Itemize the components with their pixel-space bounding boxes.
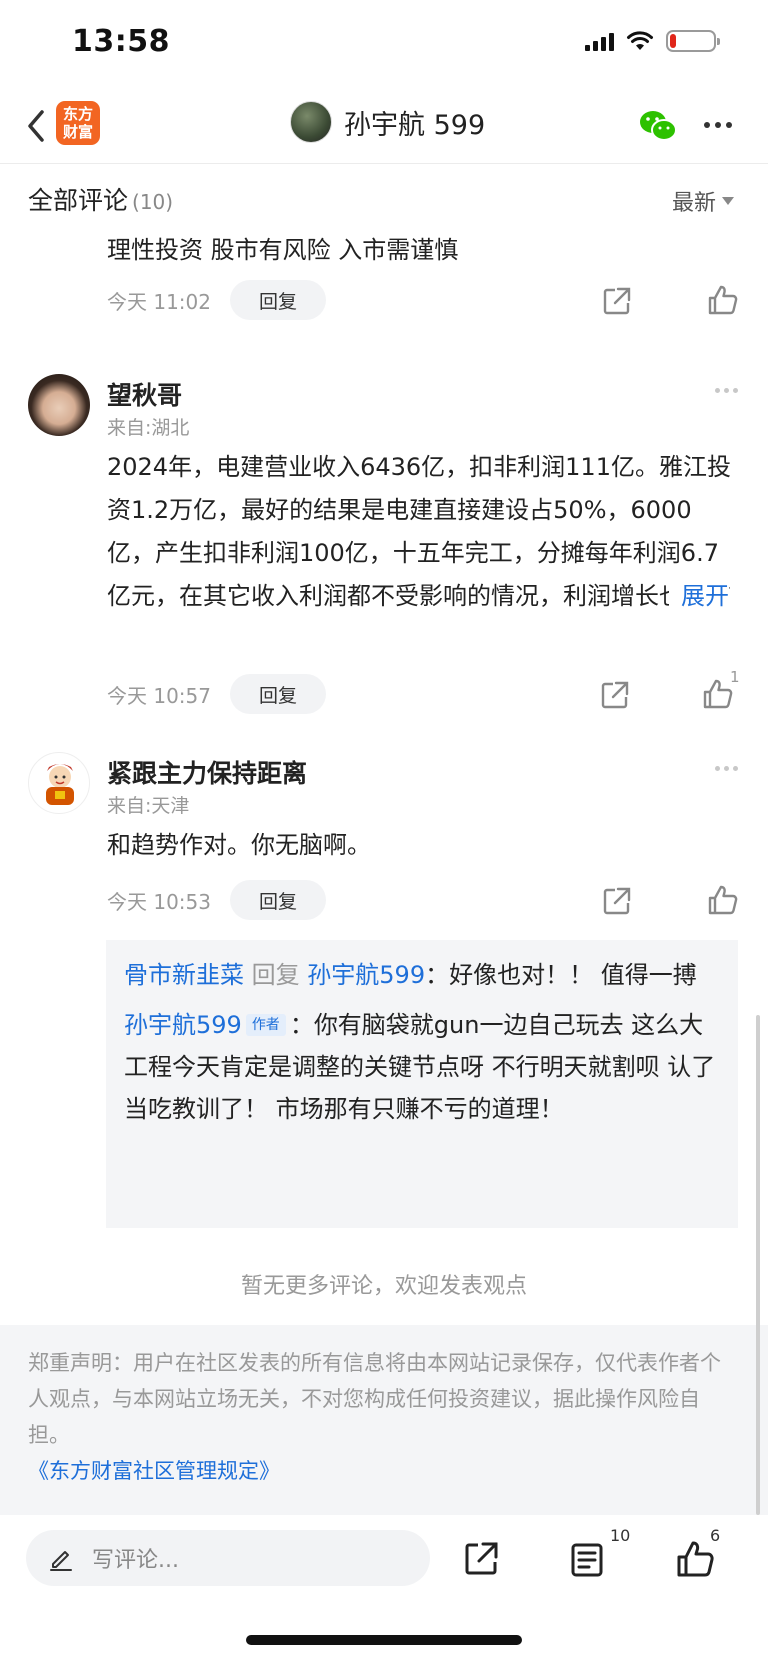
caret-down-icon <box>722 197 734 205</box>
reply-item[interactable]: 骨市新韭菜 回复 孙宇航599：好像也对！！ 值得一搏 <box>124 954 720 996</box>
reply-button[interactable]: 回复 <box>230 880 326 920</box>
comment-time: 今天 10:53 <box>107 889 211 914</box>
reply-word: 回复 <box>251 961 300 989</box>
wifi-icon <box>627 31 653 50</box>
logo-text: 东方财富 <box>62 105 93 141</box>
page-title: 孙宇航 599 <box>344 109 486 141</box>
comment-input[interactable]: 写评论... <box>26 1530 430 1586</box>
battery-level <box>670 34 677 48</box>
pencil-icon <box>50 1551 72 1571</box>
more-icon[interactable] <box>704 122 732 128</box>
reply-thread: 骨市新韭菜 回复 孙宇航599：好像也对！！ 值得一搏 孙宇航599 作者 ：你有脑… <box>106 940 738 1228</box>
back-icon[interactable] <box>22 106 52 146</box>
scrollbar[interactable] <box>756 1015 760 1515</box>
comment-time: 今天 11:02 <box>107 289 211 314</box>
comment-input-placeholder: 写评论... <box>92 1548 179 1573</box>
cellular-signal-icon <box>585 31 614 51</box>
share-icon[interactable] <box>600 680 630 710</box>
wechat-icon[interactable] <box>638 108 678 144</box>
battery-icon <box>666 30 720 52</box>
sort-select[interactable]: 最新 <box>672 185 734 217</box>
avatar[interactable] <box>28 752 90 814</box>
avatar[interactable] <box>28 374 90 436</box>
comment-text-content: 2024年，电建营业收入6436亿，扣非利润111亿。雅江投资1.2万亿，最好的… <box>107 453 731 610</box>
comments-count: (10) <box>132 190 174 214</box>
home-indicator <box>246 1635 522 1645</box>
share-icon[interactable] <box>602 886 632 916</box>
community-rules-link[interactable]: 《东方财富社区管理规定》 <box>28 1453 740 1489</box>
author-badge: 作者 <box>245 1014 286 1036</box>
bottom-bar: 写评论... 10 6 <box>0 1516 768 1662</box>
sort-label: 最新 <box>671 191 716 216</box>
nav-title-group[interactable]: 孙宇航 599 <box>290 101 485 143</box>
comment-time: 今天 10:57 <box>107 683 211 708</box>
status-bar: 13:58 <box>0 0 768 88</box>
comment-count-badge: 10 <box>610 1526 631 1545</box>
disclaimer: 郑重声明：用户在社区发表的所有信息将由本网站记录保存，仅代表作者个人观点，与本网… <box>0 1325 768 1515</box>
reply-text: 好像也对！！ 值得一搏 <box>449 961 697 989</box>
like-icon[interactable] <box>676 1540 714 1578</box>
reply-user[interactable]: 骨市新韭菜 <box>124 961 244 989</box>
reply-item[interactable]: 孙宇航599 作者 ：你有脑袋就gun一边自己玩去 这么大工程今天肯定是调整的关键节… <box>124 1004 720 1130</box>
status-time: 13:58 <box>72 24 170 59</box>
comment-author[interactable]: 紧跟主力保持距离 <box>107 754 307 790</box>
like-count-badge: 6 <box>710 1526 721 1545</box>
reply-user[interactable]: 孙宇航599 <box>124 1011 242 1039</box>
comment-location: 来自:天津 <box>107 795 190 817</box>
share-icon[interactable] <box>602 286 632 316</box>
expand-link[interactable]: 展开 <box>669 575 729 618</box>
comments-title-text: 全部评论 <box>28 186 129 215</box>
nav-bar: 东方财富 孙宇航 599 <box>0 88 768 164</box>
like-count: 1 <box>730 668 740 686</box>
comments-header: 全部评论 (10) 最新 <box>0 165 768 225</box>
status-icons <box>585 30 720 52</box>
comment-text: 理性投资 股市有风险 入市需谨慎 <box>107 236 459 264</box>
comment-meta: 今天 10:57 回复 <box>107 674 326 714</box>
comment-list-icon[interactable] <box>568 1540 606 1578</box>
app-logo[interactable]: 东方财富 <box>56 101 100 145</box>
reply-target-user[interactable]: 孙宇航599 <box>307 961 425 989</box>
disclaimer-text: 郑重声明：用户在社区发表的所有信息将由本网站记录保存，仅代表作者个人观点，与本网… <box>28 1351 721 1447</box>
reply-button[interactable]: 回复 <box>230 280 326 320</box>
reply-colon: ： <box>289 1011 314 1039</box>
avatar[interactable] <box>290 101 332 143</box>
more-icon[interactable] <box>715 766 738 771</box>
comment-text: 和趋势作对。你无脑啊。 <box>107 831 371 859</box>
share-icon[interactable] <box>462 1540 500 1578</box>
comment-location: 来自:湖北 <box>107 417 190 439</box>
no-more-comments: 暂无更多评论，欢迎发表观点 <box>240 1274 527 1299</box>
like-icon[interactable] <box>707 284 739 316</box>
comments-title: 全部评论 (10) <box>28 181 173 217</box>
avatar-mascot-icon <box>46 764 74 805</box>
reply-button[interactable]: 回复 <box>230 674 326 714</box>
comment-meta: 今天 10:53 回复 <box>107 880 326 920</box>
more-icon[interactable] <box>715 388 738 393</box>
comment-meta: 今天 11:02 回复 <box>107 280 326 320</box>
like-icon[interactable] <box>707 884 739 916</box>
comment-text: 2024年，电建营业收入6436亿，扣非利润111亿。雅江投资1.2万亿，最好的… <box>107 446 737 618</box>
comment-author[interactable]: 望秋哥 <box>107 376 182 412</box>
reply-colon: ： <box>425 961 450 989</box>
